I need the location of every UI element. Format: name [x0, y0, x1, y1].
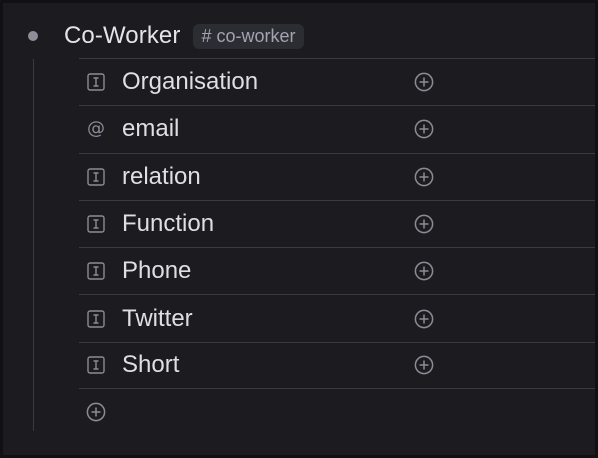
add-value-icon[interactable] [413, 354, 435, 376]
field-row-phone[interactable]: Phone [79, 247, 595, 294]
node-header: Co-Worker # co-worker [23, 19, 304, 53]
add-field-icon[interactable] [85, 401, 107, 423]
field-row-short[interactable]: Short [79, 341, 595, 390]
field-row-email[interactable]: @ email [79, 105, 595, 152]
text-field-icon [85, 308, 107, 330]
add-value-icon[interactable] [413, 166, 435, 188]
text-field-icon [85, 166, 107, 188]
text-field-icon [85, 260, 107, 282]
field-label[interactable]: relation [122, 163, 201, 191]
at-sign-icon: @ [87, 118, 105, 140]
node-bullet[interactable] [28, 31, 38, 41]
add-value-icon[interactable] [413, 71, 435, 93]
app-panel: Co-Worker # co-worker Organisation @ ema… [0, 0, 598, 458]
field-label[interactable]: Function [122, 210, 214, 238]
node-title[interactable]: Co-Worker [64, 22, 180, 50]
field-row-twitter[interactable]: Twitter [79, 294, 595, 341]
add-value-icon[interactable] [413, 118, 435, 140]
text-field-icon [85, 71, 107, 93]
field-row-organisation[interactable]: Organisation [79, 58, 595, 105]
field-label[interactable]: Organisation [122, 68, 258, 96]
text-field-icon [85, 213, 107, 235]
add-value-icon[interactable] [413, 308, 435, 330]
field-list: Organisation @ email relation Function P… [79, 58, 595, 390]
add-value-icon[interactable] [413, 213, 435, 235]
field-label[interactable]: Twitter [122, 305, 193, 333]
text-field-icon [85, 354, 107, 376]
field-label[interactable]: Short [122, 351, 179, 379]
indent-guide-line [33, 59, 34, 431]
field-label[interactable]: email [122, 115, 179, 143]
field-row-relation[interactable]: relation [79, 152, 595, 200]
supertag-badge[interactable]: # co-worker [193, 23, 304, 49]
field-label[interactable]: Phone [122, 257, 191, 285]
add-value-icon[interactable] [413, 260, 435, 282]
field-row-function[interactable]: Function [79, 199, 595, 247]
